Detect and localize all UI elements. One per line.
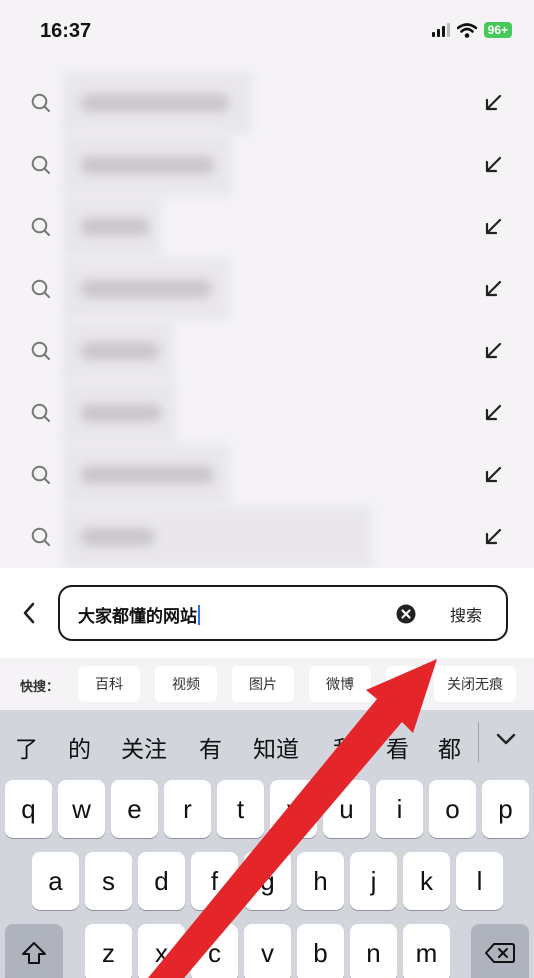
key-u[interactable]: u — [323, 780, 370, 838]
suggestion-item[interactable] — [0, 382, 534, 444]
key-v[interactable]: v — [244, 924, 291, 978]
candidate-word[interactable]: 知道 — [253, 730, 299, 764]
key-s[interactable]: s — [85, 852, 132, 910]
key-e[interactable]: e — [111, 780, 158, 838]
search-bar-area: 大家都懂的网站 搜索 — [0, 568, 534, 658]
key-z[interactable]: z — [85, 924, 132, 978]
suggestion-item[interactable] — [0, 444, 534, 506]
search-input[interactable]: 大家都懂的网站 搜索 — [58, 585, 508, 641]
suggestion-text — [62, 382, 177, 444]
suggestion-text — [62, 320, 174, 382]
candidate-word[interactable]: 有 — [199, 730, 222, 764]
search-icon — [31, 217, 50, 236]
quick-chip-weibo[interactable]: 微博 — [309, 666, 371, 702]
battery-icon: 96+ — [483, 22, 512, 38]
status-time: 16:37 — [40, 20, 92, 42]
wifi-icon — [456, 22, 477, 38]
key-q[interactable]: q — [5, 780, 52, 838]
key-x[interactable]: x — [138, 924, 185, 978]
text-caret — [198, 605, 200, 625]
search-icon — [31, 279, 50, 298]
suggestion-text — [62, 72, 252, 134]
fill-query-arrow-icon[interactable] — [482, 340, 504, 362]
status-bar: 16:37 96+ — [0, 0, 534, 64]
collapse-keyboard-icon[interactable] — [495, 730, 517, 748]
fill-query-arrow-icon[interactable] — [482, 154, 504, 176]
key-b[interactable]: b — [297, 924, 344, 978]
search-icon — [31, 403, 50, 422]
quick-search-label: 快搜： — [20, 680, 60, 695]
search-icon — [31, 341, 50, 360]
fill-query-arrow-icon[interactable] — [482, 216, 504, 238]
fill-query-arrow-icon[interactable] — [482, 92, 504, 114]
candidate-word[interactable]: 和 — [333, 730, 356, 764]
status-icons: 96+ — [431, 22, 512, 38]
key-y[interactable]: y — [270, 780, 317, 838]
suggestion-item[interactable] — [0, 196, 534, 258]
key-g[interactable]: g — [244, 852, 291, 910]
key-i[interactable]: i — [376, 780, 423, 838]
search-query-text: 大家都懂的网站 — [78, 607, 197, 627]
key-c[interactable]: c — [191, 924, 238, 978]
keyboard: 了 的 关注 有 知道 和 看 都 q w e r t y u i o p a … — [0, 710, 534, 978]
key-a[interactable]: a — [32, 852, 79, 910]
key-h[interactable]: h — [297, 852, 344, 910]
key-w[interactable]: w — [58, 780, 105, 838]
suggestion-item[interactable] — [0, 258, 534, 320]
quick-chip-image[interactable]: 图片 — [232, 666, 294, 702]
suggestion-item[interactable] — [0, 506, 534, 568]
key-d[interactable]: d — [138, 852, 185, 910]
key-o[interactable]: o — [429, 780, 476, 838]
cellular-signal-icon — [431, 23, 450, 37]
key-l[interactable]: l — [456, 852, 503, 910]
quick-search-bar: 快搜： 百科 视频 图片 微博 关闭无痕 — [0, 658, 534, 710]
search-icon — [31, 155, 50, 174]
suggestion-text — [62, 258, 230, 320]
candidate-word[interactable]: 关注 — [121, 730, 167, 764]
fill-query-arrow-icon[interactable] — [482, 278, 504, 300]
search-query: 大家都懂的网站 — [78, 602, 200, 627]
candidate-divider — [478, 722, 479, 762]
candidate-word[interactable]: 都 — [438, 730, 461, 764]
clear-icon[interactable] — [396, 604, 416, 624]
quick-chip-close-incognito[interactable]: 关闭无痕 — [434, 666, 516, 702]
key-k[interactable]: k — [403, 852, 450, 910]
candidate-word[interactable]: 了 — [15, 730, 38, 764]
back-chevron-icon[interactable] — [18, 600, 40, 626]
search-icon — [31, 465, 50, 484]
suggestion-item[interactable] — [0, 72, 534, 134]
suggestion-text — [62, 196, 162, 258]
candidate-word[interactable]: 看 — [386, 730, 409, 764]
candidate-word[interactable]: 的 — [68, 730, 91, 764]
suggestion-text — [62, 444, 230, 506]
fill-query-arrow-icon[interactable] — [482, 464, 504, 486]
quick-chip-video[interactable]: 视频 — [155, 666, 217, 702]
suggestion-text — [62, 506, 372, 568]
key-f[interactable]: f — [191, 852, 238, 910]
backspace-icon — [485, 943, 515, 963]
shift-key[interactable] — [5, 924, 63, 978]
fill-query-arrow-icon[interactable] — [482, 526, 504, 548]
search-icon — [31, 527, 50, 546]
key-m[interactable]: m — [403, 924, 450, 978]
key-j[interactable]: j — [350, 852, 397, 910]
key-p[interactable]: p — [482, 780, 529, 838]
key-t[interactable]: t — [217, 780, 264, 838]
candidate-bar: 了 的 关注 有 知道 和 看 都 — [0, 710, 534, 778]
suggestion-item[interactable] — [0, 134, 534, 196]
search-button[interactable]: 搜索 — [450, 602, 482, 626]
key-n[interactable]: n — [350, 924, 397, 978]
shift-icon — [22, 942, 46, 964]
suggestion-item[interactable] — [0, 320, 534, 382]
quick-chip-hidden[interactable] — [386, 666, 428, 702]
search-icon — [31, 93, 50, 112]
backspace-key[interactable] — [471, 924, 529, 978]
suggestion-text — [62, 134, 232, 196]
quick-chip-baike[interactable]: 百科 — [78, 666, 140, 702]
key-r[interactable]: r — [164, 780, 211, 838]
fill-query-arrow-icon[interactable] — [482, 402, 504, 424]
